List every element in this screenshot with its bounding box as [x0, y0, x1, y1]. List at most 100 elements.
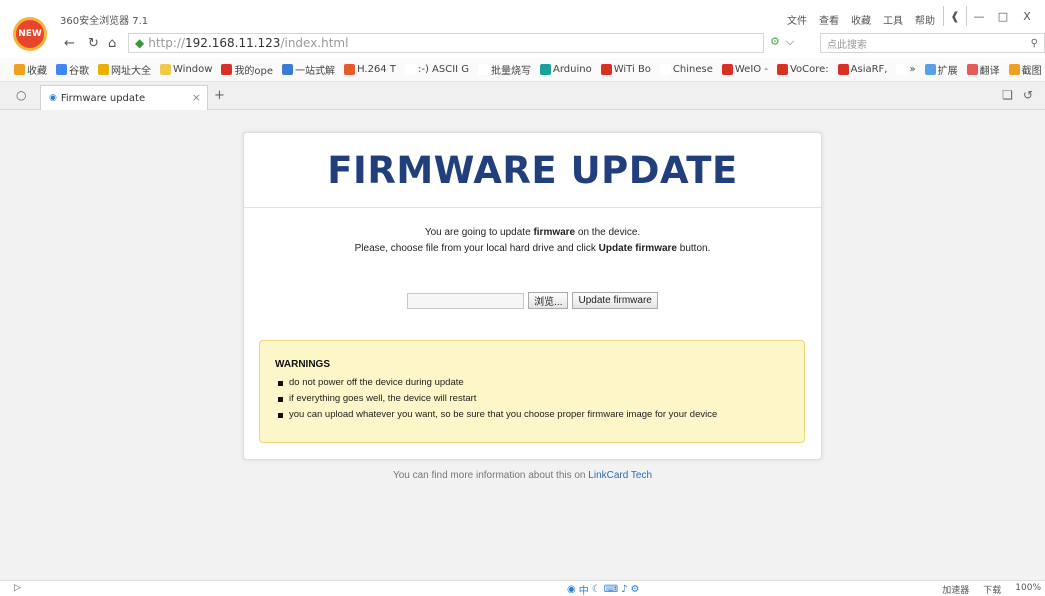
bookmark-item[interactable]: 网址大全	[98, 62, 151, 77]
warnings-box: WARNINGS do not power off the device dur…	[259, 340, 805, 443]
bookmark-item[interactable]: »	[896, 64, 916, 75]
ime-mic-icon[interactable]: ♪	[621, 584, 627, 595]
ime-settings-icon[interactable]: ⚙	[631, 584, 640, 595]
ime-moon-icon[interactable]: ☾	[592, 584, 601, 595]
menu-file[interactable]: 文件	[787, 12, 807, 27]
window-controls: ❰ — □ X	[943, 6, 1039, 26]
skin-icon[interactable]: ❰	[943, 6, 967, 26]
bookmark-item[interactable]: 一站式解	[282, 62, 335, 77]
download-label[interactable]: 下载	[983, 583, 1001, 596]
browser-logo-icon[interactable]: NEW	[13, 17, 47, 51]
bookmark-item[interactable]: :-) ASCII G	[404, 64, 469, 75]
bookmark-label: 扩展	[937, 66, 958, 77]
ime-keyboard-icon[interactable]: ⌨	[604, 584, 618, 595]
search-placeholder: 点此搜索	[827, 39, 867, 51]
minimize-button[interactable]: —	[967, 6, 991, 26]
bullet-icon	[278, 396, 283, 402]
bookmark-label: Arduino	[553, 64, 592, 75]
refresh-icon[interactable]: ↻	[88, 36, 99, 51]
page-title: FIRMWARE UPDATE	[327, 148, 738, 192]
menu-help[interactable]: 帮助	[915, 12, 935, 27]
bookmark-item[interactable]: H.264 T	[344, 64, 396, 75]
back-arrow-icon[interactable]: ←	[64, 36, 75, 51]
bookmark-item[interactable]: Arduino	[540, 64, 592, 75]
bookmark-item[interactable]: 扩展	[924, 62, 958, 77]
file-path-input[interactable]	[407, 292, 525, 309]
bookmark-label: 网址大全	[111, 66, 151, 77]
menu-favorites[interactable]: 收藏	[851, 12, 871, 27]
dropdown-chevron-icon[interactable]: ⌵	[786, 35, 794, 49]
undo-close-icon[interactable]: ○	[16, 88, 26, 102]
footer-note: You can find more information about this…	[392, 470, 653, 481]
bookmarks-bar: 收藏 谷歌 网址大全 Window 我的ope 一站式解 H.264 T :-) ASCII …	[0, 58, 1045, 82]
status-right: 加速器 下载 100%	[942, 583, 1041, 596]
close-window-button[interactable]: X	[1015, 6, 1039, 26]
bookmark-favicon-icon	[14, 64, 25, 75]
restore-icon[interactable]: ↺	[1023, 88, 1033, 102]
maximize-button[interactable]: □	[991, 6, 1015, 26]
bookmark-item[interactable]: 翻译	[966, 62, 1000, 77]
bookmark-item[interactable]: VoCore:	[776, 64, 829, 75]
intro-text: You are going to update firmware on the …	[244, 225, 821, 257]
bookmark-favicon-icon	[924, 64, 936, 75]
bookmark-label: 一站式解	[295, 66, 336, 77]
tab-close-icon[interactable]: ×	[192, 91, 201, 104]
warning-item: if everything goes well, the device will…	[275, 391, 789, 407]
menu-bar: 文件 查看 收藏 工具 帮助	[787, 12, 935, 27]
search-icon[interactable]: ⚲	[1031, 38, 1038, 49]
bookmark-label: Window	[173, 64, 213, 75]
bookmark-item[interactable]: 批量烧写	[478, 62, 531, 77]
bookmark-label: WeIO -	[734, 64, 768, 75]
bookmark-item[interactable]: Window	[160, 64, 212, 75]
compat-mode-icon[interactable]: ⚙	[770, 35, 780, 49]
firmware-card: FIRMWARE UPDATE You are going to update …	[243, 132, 822, 460]
menu-view[interactable]: 查看	[819, 12, 839, 27]
url-input[interactable]: ◆ http://192.168.11.123/index.html	[128, 33, 764, 53]
bookmark-item[interactable]: WiTi Bo	[600, 64, 651, 75]
tab-favicon-icon: ◉	[49, 93, 57, 103]
bookmark-favicon-icon	[721, 64, 733, 75]
url-scheme: http://	[148, 36, 185, 50]
bookmark-item[interactable]: WeIO -	[721, 64, 768, 75]
bookmark-favicon-icon	[837, 64, 849, 75]
accelerator-label[interactable]: 加速器	[942, 583, 969, 596]
new-tab-icon[interactable]: +	[214, 88, 225, 103]
security-shield-icon: ◆	[135, 36, 145, 50]
bookmark-label: 批量烧写	[491, 66, 532, 77]
linkcard-link[interactable]: LinkCard Tech	[588, 470, 652, 481]
bookmark-favicon-icon	[600, 64, 612, 75]
upload-form: 浏览... Update firmware	[244, 292, 821, 309]
title-bar: NEW 360安全浏览器 7.1 文件 查看 收藏 工具 帮助 ❰ — □ X	[0, 0, 1045, 51]
bookmark-label: »	[909, 64, 916, 75]
ime-logo-icon[interactable]: ◉	[567, 584, 576, 595]
tab-title: Firmware update	[60, 92, 146, 104]
bookmark-item[interactable]: 收藏	[14, 62, 47, 77]
app-title: 360安全浏览器 7.1	[60, 16, 149, 27]
bookmark-favicon-icon	[776, 64, 788, 75]
ime-chinese-icon[interactable]: 中	[579, 582, 589, 596]
bookmark-item[interactable]: AsiaRF,	[837, 64, 887, 75]
bullet-icon	[278, 380, 283, 386]
bookmark-label: H.264 T	[357, 64, 396, 75]
bookmark-favicon-icon	[659, 64, 671, 75]
bookmark-favicon-icon	[98, 64, 109, 75]
search-input[interactable]: 点此搜索 ⚲	[820, 33, 1045, 53]
bookmark-label: WiTi Bo	[613, 64, 651, 75]
home-icon[interactable]: ⌂	[108, 36, 116, 51]
bookmark-favicon-icon	[1008, 64, 1020, 75]
bookmark-item[interactable]: 截图	[1008, 62, 1042, 77]
tab-firmware-update[interactable]: ◉ Firmware update ×	[40, 85, 208, 110]
bookmark-favicon-icon	[478, 64, 490, 75]
bookmark-item[interactable]: Chinese	[659, 64, 713, 75]
browse-button[interactable]: 浏览...	[528, 292, 569, 309]
tab-list-icon[interactable]: ❏	[1002, 88, 1013, 102]
zoom-level[interactable]: 100%	[1015, 583, 1041, 596]
update-firmware-button[interactable]: Update firmware	[572, 292, 658, 309]
menu-tools[interactable]: 工具	[883, 12, 903, 27]
status-play-icon[interactable]: ▷	[14, 583, 21, 593]
warning-item: do not power off the device during updat…	[275, 375, 789, 391]
bookmark-label: 截图	[1021, 66, 1042, 77]
logo-badge: NEW	[18, 29, 42, 39]
bookmark-item[interactable]: 谷歌	[56, 62, 89, 77]
bookmark-item[interactable]: 我的ope	[221, 62, 273, 77]
